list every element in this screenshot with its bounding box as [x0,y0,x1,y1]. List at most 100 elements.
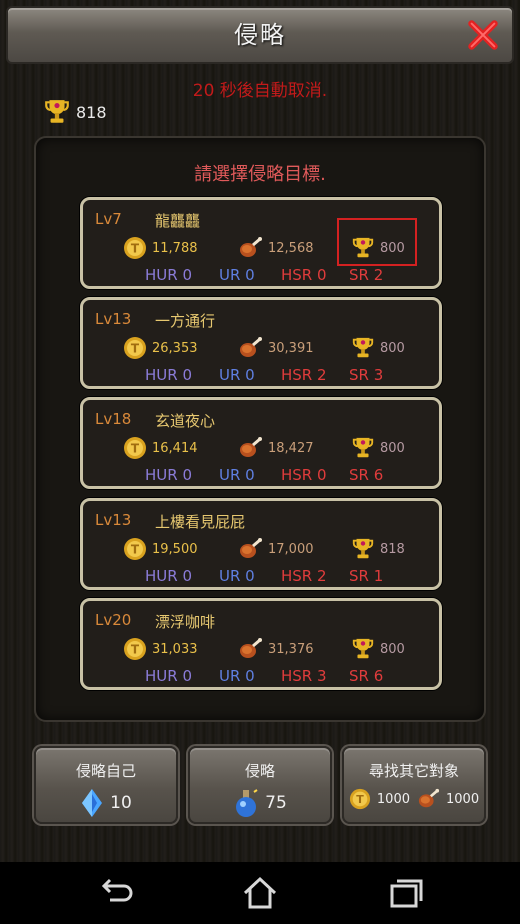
meat-icon [240,337,262,357]
invade-label: 侵略 [244,762,275,780]
target-ur-count: UR 0 [219,266,255,284]
target-trophies-value: 818 [380,541,405,557]
target-trophies-value: 800 [380,340,405,356]
potion-icon [236,789,258,817]
target-gold: T 26,353 [123,336,198,360]
gold-coin-icon: T [124,437,146,459]
gold-coin-icon: T [124,538,146,560]
find-other-gold-cost: 1000 [376,791,410,807]
meat-icon [418,788,440,808]
target-meat: 31,376 [239,637,314,661]
home-icon[interactable] [240,874,280,912]
target-gold-value: 26,353 [152,340,198,356]
find-other-target-button[interactable]: 尋找其它對象 T 1000 1000 [342,746,486,824]
target-name: 一方通行 [155,312,216,330]
gold-coin-icon: T [124,337,146,359]
invade-self-button[interactable]: 侵略自己 10 [34,746,178,824]
trophy-count-value: 818 [76,102,107,122]
target-level: Lv20 [95,611,132,629]
svg-text:T: T [131,342,140,356]
target-hsr-count: HSR 0 [281,466,327,484]
svg-text:T: T [356,793,364,806]
trophy-count: 818 [44,98,107,126]
target-meat: 17,000 [239,537,314,561]
target-ur-count: UR 0 [219,366,255,384]
target-card[interactable]: Lv13 上樓看見屁屁 T 19,500 17,000 818 HUR 0 UR 0 HSR 2… [80,498,442,590]
meat-icon [240,437,262,457]
invade-button[interactable]: 侵略 75 [188,746,332,824]
target-trophies: 800 [351,336,405,360]
target-meat-value: 18,427 [268,440,314,456]
gold-coin-icon: T [124,237,146,259]
trophy-icon [352,337,374,358]
target-hur-count: HUR 0 [145,266,192,284]
meat-icon [240,237,262,257]
target-gold-value: 11,788 [152,240,198,256]
invade-dialog: 侵略 20 秒後自動取消. 818 請選擇侵略目標. Lv7 龍龘龘 T 11,788… [0,0,520,862]
target-hur-count: HUR 0 [145,567,192,585]
crystal-icon [82,789,103,817]
selection-highlight [337,218,417,266]
target-gold: T 31,033 [123,637,198,661]
target-hsr-count: HSR 2 [281,366,327,384]
target-meat-value: 12,568 [268,240,314,256]
gold-coin-icon: T [124,638,146,660]
target-hsr-count: HSR 2 [281,567,327,585]
target-level: Lv7 [95,210,122,228]
target-name: 漂浮咖啡 [155,613,216,631]
target-level: Lv13 [95,310,132,328]
invade-cost: 75 [265,793,287,813]
target-hur-count: HUR 0 [145,466,192,484]
target-ur-count: UR 0 [219,466,255,484]
target-trophies: 800 [351,436,405,460]
target-hsr-count: HSR 0 [281,266,327,284]
target-meat: 30,391 [239,336,314,360]
title-bar: 侵略 [6,6,514,64]
target-gold-value: 19,500 [152,541,198,557]
target-sr-count: SR 6 [349,466,384,484]
target-sr-count: SR 2 [349,266,384,284]
select-target-prompt: 請選擇侵略目標. [194,164,326,185]
find-other-meat-cost: 1000 [446,791,480,807]
target-level: Lv13 [95,511,132,529]
target-name: 上樓看見屁屁 [155,513,246,531]
find-other-label: 尋找其它對象 [368,762,459,780]
target-card[interactable]: Lv20 漂浮咖啡 T 31,033 31,376 800 HUR 0 UR 0 HSR 3 SR… [80,598,442,690]
invade-self-cost: 10 [110,793,132,813]
back-icon[interactable] [96,874,136,912]
target-level: Lv18 [95,410,132,428]
target-gold-value: 16,414 [152,440,198,456]
target-card[interactable]: Lv13 一方通行 T 26,353 30,391 800 HUR 0 UR 0 HSR 2 SR… [80,297,442,389]
target-card[interactable]: Lv7 龍龘龘 T 11,788 12,568 800 HUR 0 UR 0 HSR 0 SR 2 [80,197,442,289]
trophy-icon [45,100,69,123]
gold-coin-icon: T [349,788,370,810]
invade-self-label: 侵略自己 [75,762,136,780]
android-nav-bar [0,862,520,924]
recent-apps-icon[interactable] [386,874,426,912]
target-trophies: 818 [351,537,405,561]
trophy-icon [352,437,374,458]
trophy-icon [352,538,374,559]
trophy-icon [352,638,374,659]
svg-text:T: T [131,442,140,456]
target-gold: T 16,414 [123,436,198,460]
target-gold-value: 31,033 [152,641,198,657]
target-hur-count: HUR 0 [145,667,192,685]
dialog-title: 侵略 [234,21,286,49]
target-sr-count: SR 6 [349,667,384,685]
target-meat-value: 30,391 [268,340,314,356]
target-gold: T 11,788 [123,236,198,260]
target-ur-count: UR 0 [219,667,255,685]
meat-icon [240,638,262,658]
target-sr-count: SR 1 [349,567,384,585]
target-name: 玄道夜心 [155,412,216,430]
target-card[interactable]: Lv18 玄道夜心 T 16,414 18,427 800 HUR 0 UR 0 HSR 0 SR… [80,397,442,489]
target-hsr-count: HSR 3 [281,667,327,685]
close-icon[interactable] [464,16,502,54]
target-name: 龍龘龘 [155,212,201,230]
target-gold: T 19,500 [123,537,198,561]
target-ur-count: UR 0 [219,567,255,585]
target-meat-value: 17,000 [268,541,314,557]
target-sr-count: SR 3 [349,366,384,384]
target-meat: 18,427 [239,436,314,460]
